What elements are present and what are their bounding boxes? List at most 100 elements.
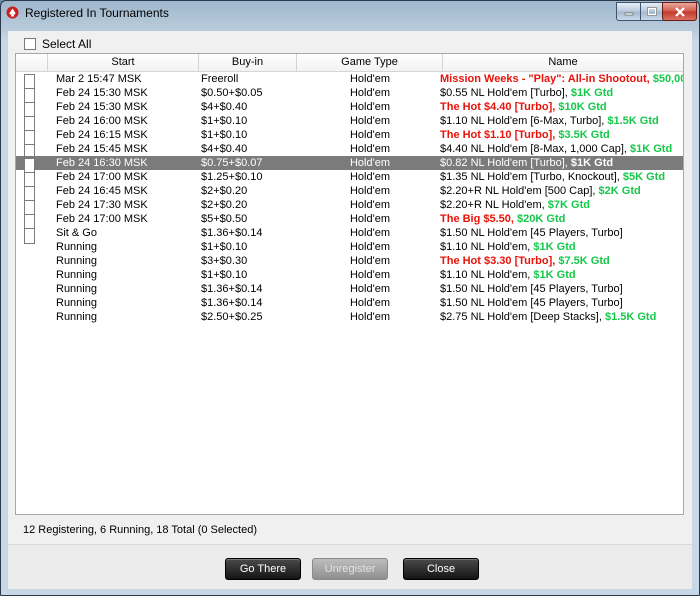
registered-tournaments-window: Registered In Tournaments Select All Sta… (0, 0, 700, 596)
tournament-name-cell: $2.20+R NL Hold'em [500 Cap], $2K Gtd (440, 184, 683, 198)
tournament-name-cell: $1.10 NL Hold'em, $1K Gtd (440, 240, 683, 254)
start-cell: Running (56, 269, 97, 281)
guarantee-amount: $10K Gtd (558, 101, 607, 113)
tournament-name-cell: $2.75 NL Hold'em [Deep Stacks], $1.5K Gt… (440, 310, 683, 324)
start-cell: Sit & Go (56, 227, 97, 239)
window-title: Registered In Tournaments (25, 6, 169, 20)
buyin-cell: $2+$0.20 (201, 185, 248, 197)
table-row[interactable]: Feb 24 17:00 MSK $5+$0.50 Hold'em The Big $… (16, 212, 683, 230)
tournament-name-cell: $1.10 NL Hold'em, $1K Gtd (440, 268, 683, 282)
buyin-cell: $4+$0.40 (201, 143, 248, 155)
table-row[interactable]: Feb 24 15:30 MSK $0.50+$0.05 Hold'em $0.55 … (16, 86, 683, 104)
tournament-table: Start Buy-in Game Type Name Mar 2 15:47 … (15, 53, 684, 515)
guarantee-amount: $20K Gtd (517, 213, 566, 225)
tournament-name-cell: $1.50 NL Hold'em [45 Players, Turbo] (440, 226, 683, 240)
tournament-name-cell: The Hot $4.40 [Turbo], $10K Gtd (440, 100, 683, 114)
tournament-name: $0.82 NL Hold'em [Turbo], (440, 157, 571, 169)
table-row[interactable]: Running $2.50+$0.25 Hold'em $2.75 NL Hold'e… (16, 310, 683, 324)
table-row[interactable]: Feb 24 15:30 MSK $4+$0.40 Hold'em The Hot $… (16, 100, 683, 118)
header-start[interactable]: Start (48, 54, 199, 71)
select-all-label: Select All (42, 37, 92, 51)
select-all-checkbox[interactable] (24, 38, 36, 50)
table-row[interactable]: Feb 24 16:15 MSK $1+$0.10 Hold'em The Hot $… (16, 128, 683, 146)
title-bar[interactable]: Registered In Tournaments (1, 1, 699, 25)
buyin-cell: $1+$0.10 (201, 129, 248, 141)
guarantee-amount: $1K Gtd (630, 143, 673, 155)
tournament-name: $1.35 NL Hold'em [Turbo, Knockout], (440, 171, 623, 183)
start-cell: Mar 2 15:47 MSK (56, 73, 142, 85)
table-row[interactable]: Feb 24 16:30 MSK $0.75+$0.07 Hold'em $0.82 … (16, 156, 683, 174)
game-type-cell: Hold'em (349, 157, 390, 169)
game-type-cell: Hold'em (349, 185, 390, 197)
start-cell: Feb 24 16:45 MSK (56, 185, 148, 197)
close-icon (674, 6, 685, 17)
game-type-cell: Hold'em (349, 297, 390, 309)
table-row[interactable]: Running $1.36+$0.14 Hold'em $1.50 NL Hold'e… (16, 282, 683, 296)
game-type-cell: Hold'em (349, 129, 390, 141)
minimize-button[interactable] (616, 2, 642, 21)
game-type-cell: Hold'em (349, 255, 390, 267)
table-row[interactable]: Running $1.36+$0.14 Hold'em $1.50 NL Hold'e… (16, 296, 683, 310)
table-row[interactable]: Feb 24 15:45 MSK $4+$0.40 Hold'em $4.40 NL … (16, 142, 683, 160)
tournament-name: $1.50 NL Hold'em [45 Players, Turbo] (440, 283, 623, 295)
game-type-cell: Hold'em (349, 227, 390, 239)
table-row[interactable]: Running $3+$0.30 Hold'em The Hot $3.30 [Tur… (16, 254, 683, 268)
table-row[interactable]: Running $1+$0.10 Hold'em $1.10 NL Hold'em, … (16, 268, 683, 282)
close-button[interactable]: Close (403, 558, 479, 580)
header-name[interactable]: Name (443, 54, 683, 71)
buyin-cell: $1+$0.10 (201, 241, 248, 253)
header-game-type[interactable]: Game Type (297, 54, 443, 71)
go-there-button[interactable]: Go There (225, 558, 301, 580)
close-window-button[interactable] (662, 2, 697, 21)
start-cell: Feb 24 17:00 MSK (56, 213, 148, 225)
buyin-cell: $0.75+$0.07 (201, 157, 263, 169)
tournament-name: $1.10 NL Hold'em, (440, 269, 534, 281)
buyin-cell: $1.25+$0.10 (201, 171, 263, 183)
tournament-name-cell: $1.35 NL Hold'em [Turbo, Knockout], $5K … (440, 170, 683, 184)
game-type-cell: Hold'em (349, 269, 390, 281)
buyin-cell: $5+$0.50 (201, 213, 248, 225)
start-cell: Feb 24 16:15 MSK (56, 129, 148, 141)
buyin-cell: Freeroll (201, 73, 239, 85)
select-all[interactable]: Select All (24, 37, 91, 51)
table-row[interactable]: Running $1+$0.10 Hold'em $1.10 NL Hold'em, … (16, 240, 683, 254)
game-type-cell: Hold'em (349, 73, 390, 85)
guarantee-amount: $7.5K Gtd (558, 255, 610, 267)
tournament-name-cell: $1.10 NL Hold'em [6-Max, Turbo], $1.5K G… (440, 114, 683, 128)
game-type-cell: Hold'em (349, 87, 390, 99)
client-area: Select All Start Buy-in Game Type Name M… (8, 31, 692, 589)
guarantee-amount: $1K Gtd (570, 157, 614, 169)
tournament-name-cell: $2.20+R NL Hold'em, $7K Gtd (440, 198, 683, 212)
table-row[interactable]: Feb 24 16:45 MSK $2+$0.20 Hold'em $2.20+R N… (16, 184, 683, 202)
start-cell: Running (56, 311, 97, 323)
header-buyin[interactable]: Buy-in (199, 54, 297, 71)
table-header: Start Buy-in Game Type Name (16, 54, 683, 72)
tournament-name: $2.20+R NL Hold'em, (440, 199, 548, 211)
unregister-button[interactable]: Unregister (312, 558, 388, 580)
tournament-name: $2.20+R NL Hold'em [500 Cap], (440, 185, 599, 197)
start-cell: Feb 24 16:30 MSK (56, 157, 148, 169)
guarantee-amount: $5K Gtd (622, 171, 666, 183)
maximize-button[interactable] (640, 2, 664, 21)
tournament-name: $1.10 NL Hold'em, (440, 241, 534, 253)
table-row[interactable]: Sit & Go $1.36+$0.14 Hold'em $1.50 NL Hold'… (16, 226, 683, 244)
game-type-cell: Hold'em (349, 213, 390, 225)
tournament-name-cell: Mission Weeks - "Play": All-in Shootout,… (440, 72, 683, 86)
guarantee-amount: $2K Gtd (598, 185, 641, 197)
tournament-name-cell: The Hot $1.10 [Turbo], $3.5K Gtd (440, 128, 683, 142)
table-row[interactable]: Feb 24 17:00 MSK $1.25+$0.10 Hold'em $1.35 … (16, 170, 683, 188)
guarantee-amount: $1.5K Gtd (604, 311, 657, 323)
table-row[interactable]: Mar 2 15:47 MSK Freeroll Hold'em Mission We… (16, 72, 683, 90)
guarantee-amount: $50,000 (652, 73, 683, 85)
game-type-cell: Hold'em (349, 143, 390, 155)
tournament-name: $0.55 NL Hold'em [Turbo], (440, 87, 571, 99)
tournament-name-cell: $1.50 NL Hold'em [45 Players, Turbo] (440, 282, 683, 296)
guarantee-amount: $7K Gtd (547, 199, 590, 211)
tournament-name: $1.10 NL Hold'em [6-Max, Turbo], (440, 115, 608, 127)
start-cell: Running (56, 297, 97, 309)
table-row[interactable]: Feb 24 16:00 MSK $1+$0.10 Hold'em $1.10 NL … (16, 114, 683, 132)
header-checkbox-column (16, 54, 48, 71)
game-type-cell: Hold'em (349, 171, 390, 183)
game-type-cell: Hold'em (349, 199, 390, 211)
table-row[interactable]: Feb 24 17:30 MSK $2+$0.20 Hold'em $2.20+R N… (16, 198, 683, 216)
